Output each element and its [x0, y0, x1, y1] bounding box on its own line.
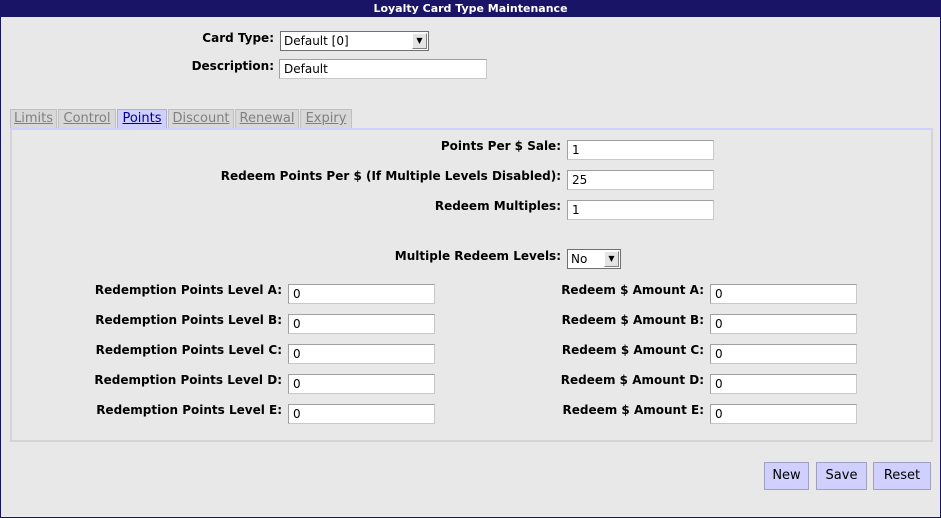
points-per-sale-input[interactable]: 1	[567, 140, 714, 160]
tab-control[interactable]: Control	[58, 109, 116, 128]
tab-expiry[interactable]: Expiry	[300, 109, 352, 128]
redeem-multiples-input[interactable]: 1	[567, 200, 714, 220]
redemption-points-level-c-input[interactable]: 0	[288, 344, 435, 364]
redeem-amount-d-input[interactable]: 0	[710, 374, 857, 394]
redemption-points-level-a-input[interactable]: 0	[288, 284, 435, 304]
redeem-amount-c-input[interactable]: 0	[710, 344, 857, 364]
save-button[interactable]: Save	[816, 462, 867, 490]
tab-discount[interactable]: Discount	[168, 109, 234, 128]
redemption-points-level-d-label: Redemption Points Level D:	[94, 373, 282, 387]
multiple-levels-label: Multiple Redeem Levels:	[394, 249, 561, 263]
redeem-amount-e-input[interactable]: 0	[710, 404, 857, 424]
redeem-amount-b-label: Redeem $ Amount B:	[561, 313, 704, 327]
tab-points[interactable]: Points	[117, 109, 167, 128]
points-per-sale-label: Points Per $ Sale:	[440, 139, 561, 153]
redeem-per-input[interactable]: 25	[567, 170, 714, 190]
multiple-levels-select[interactable]: No ▼	[567, 249, 621, 269]
redemption-points-level-d-input[interactable]: 0	[288, 374, 435, 394]
redemption-points-level-a-label: Redemption Points Level A:	[94, 283, 282, 297]
reset-button[interactable]: Reset	[873, 462, 931, 490]
chevron-down-icon[interactable]: ▼	[412, 33, 427, 49]
redemption-points-level-c-label: Redemption Points Level C:	[95, 343, 282, 357]
card-type-label: Card Type:	[202, 31, 274, 45]
redeem-amount-a-label: Redeem $ Amount A:	[561, 283, 704, 297]
card-type-value: Default [0]	[284, 34, 349, 48]
chevron-down-icon[interactable]: ▼	[604, 251, 619, 267]
tab-limits[interactable]: Limits	[10, 109, 57, 128]
redeem-amount-b-input[interactable]: 0	[710, 314, 857, 334]
redemption-points-level-e-input[interactable]: 0	[288, 404, 435, 424]
redeem-amount-d-label: Redeem $ Amount D:	[560, 373, 704, 387]
redeem-multiples-label: Redeem Multiples:	[434, 199, 561, 213]
redemption-points-level-e-label: Redemption Points Level E:	[96, 403, 282, 417]
description-input[interactable]: Default	[279, 59, 487, 79]
redeem-amount-a-input[interactable]: 0	[710, 284, 857, 304]
redemption-points-level-b-input[interactable]: 0	[288, 314, 435, 334]
new-button[interactable]: New	[764, 462, 809, 490]
card-type-select[interactable]: Default [0] ▼	[280, 31, 429, 51]
description-label: Description:	[191, 59, 274, 73]
redemption-points-level-b-label: Redemption Points Level B:	[95, 313, 282, 327]
multiple-levels-value: No	[571, 252, 588, 266]
redeem-amount-c-label: Redeem $ Amount C:	[561, 343, 704, 357]
app-window: Loyalty Card Type Maintenance Card Type:…	[0, 0, 941, 518]
redeem-amount-e-label: Redeem $ Amount E:	[562, 403, 705, 417]
window-title: Loyalty Card Type Maintenance	[1, 1, 940, 17]
redeem-per-label: Redeem Points Per $ (If Multiple Levels …	[220, 169, 561, 183]
tab-renewal[interactable]: Renewal	[235, 109, 299, 128]
